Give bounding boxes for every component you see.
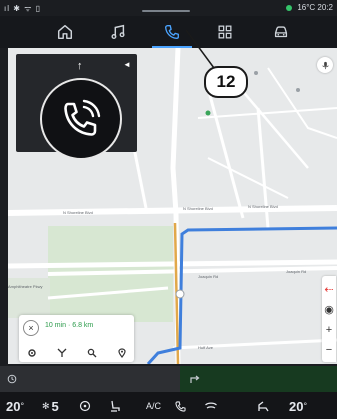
map-controls: ⇠ ◉ + −	[322, 276, 336, 362]
climate-bar: 20 ° ✻ 5 A/C 20 °	[0, 392, 337, 419]
clock-icon	[7, 374, 17, 384]
road-label: N Shoreline Blvd	[63, 210, 93, 215]
current-position-marker	[175, 289, 185, 299]
settings-gear-icon[interactable]	[25, 346, 39, 360]
nav-home-button[interactable]	[45, 18, 85, 46]
passenger-seat-button[interactable]	[256, 396, 270, 416]
status-dot-icon	[286, 4, 293, 11]
music-note-icon	[111, 24, 125, 39]
road-label: Joaquin Rd	[286, 269, 307, 274]
location-pin-icon[interactable]	[115, 346, 129, 360]
incident-button[interactable]: ⇠	[322, 280, 336, 298]
close-route-button[interactable]: ×	[23, 320, 39, 336]
defrost-button[interactable]	[78, 396, 92, 416]
seat-icon	[111, 400, 120, 412]
ac-button[interactable]: A/C	[146, 396, 161, 416]
road-label: Joaquin Rd	[198, 274, 219, 279]
road-label: N Shoreline Blvd	[248, 204, 278, 209]
phone-ringing-icon	[64, 99, 101, 136]
recenter-icon[interactable]: ◉	[322, 300, 336, 318]
search-icon[interactable]	[85, 346, 99, 360]
poi-marker	[205, 110, 211, 116]
seat-heat-icon	[258, 401, 269, 412]
outside-temperature: 16°C	[297, 3, 316, 12]
fan-speed[interactable]: ✻ 5	[42, 396, 59, 416]
nav-car-button[interactable]	[261, 18, 301, 46]
driver-temperature[interactable]: 20 °	[6, 396, 24, 416]
poi-marker	[296, 88, 300, 92]
steering-wheel-icon	[205, 402, 217, 409]
widgets-bar	[0, 366, 337, 392]
clock-widget[interactable]	[0, 366, 180, 392]
callout-label: 12	[204, 66, 248, 98]
passenger-temperature[interactable]: 20 °	[289, 396, 307, 416]
poi-marker	[254, 71, 258, 75]
route-card: × 10 min · 6.8 km	[19, 315, 134, 362]
nav-music-button[interactable]	[98, 18, 138, 46]
zoom-out-icon[interactable]: −	[322, 341, 336, 359]
road-label: Amphitheatre Pkwy	[8, 284, 43, 289]
voice-button[interactable]	[317, 57, 333, 73]
direction-arrow-icon: ↑	[77, 60, 83, 72]
navigation-widget[interactable]	[180, 366, 337, 392]
wheel-heat-button[interactable]	[204, 396, 218, 416]
phone-icon	[165, 25, 179, 39]
seat-heat-button[interactable]	[108, 396, 122, 416]
volume-icon[interactable]: ◄	[123, 60, 131, 69]
microphone-icon	[321, 61, 329, 69]
fan-icon: ✻	[42, 400, 50, 411]
home-icon	[57, 24, 73, 40]
road-label: Huff Ave	[198, 345, 213, 350]
defrost-icon	[79, 400, 91, 412]
car-icon	[274, 26, 288, 38]
route-options-icon[interactable]	[55, 346, 69, 360]
road-label: N Shoreline Blvd	[183, 206, 213, 211]
clock: 20:2	[317, 3, 333, 12]
turn-arrow-icon	[190, 375, 200, 383]
drag-handle[interactable]	[142, 10, 190, 12]
incoming-call-icon	[40, 78, 122, 160]
route-eta: 10 min · 6.8 km	[45, 322, 94, 329]
top-nav	[0, 16, 337, 48]
status-icons: ıl ✱ ᯤ ▯	[4, 4, 42, 13]
screen: ıl ✱ ᯤ ▯ 16°C 20:2 N Shoreline Blvd N Sh…	[0, 0, 337, 419]
phone-icon	[175, 400, 186, 412]
call-button[interactable]	[174, 396, 187, 416]
zoom-in-icon[interactable]: +	[322, 321, 336, 339]
status-right: 16°C 20:2	[286, 3, 333, 12]
status-bar: ıl ✱ ᯤ ▯ 16°C 20:2	[0, 0, 337, 16]
